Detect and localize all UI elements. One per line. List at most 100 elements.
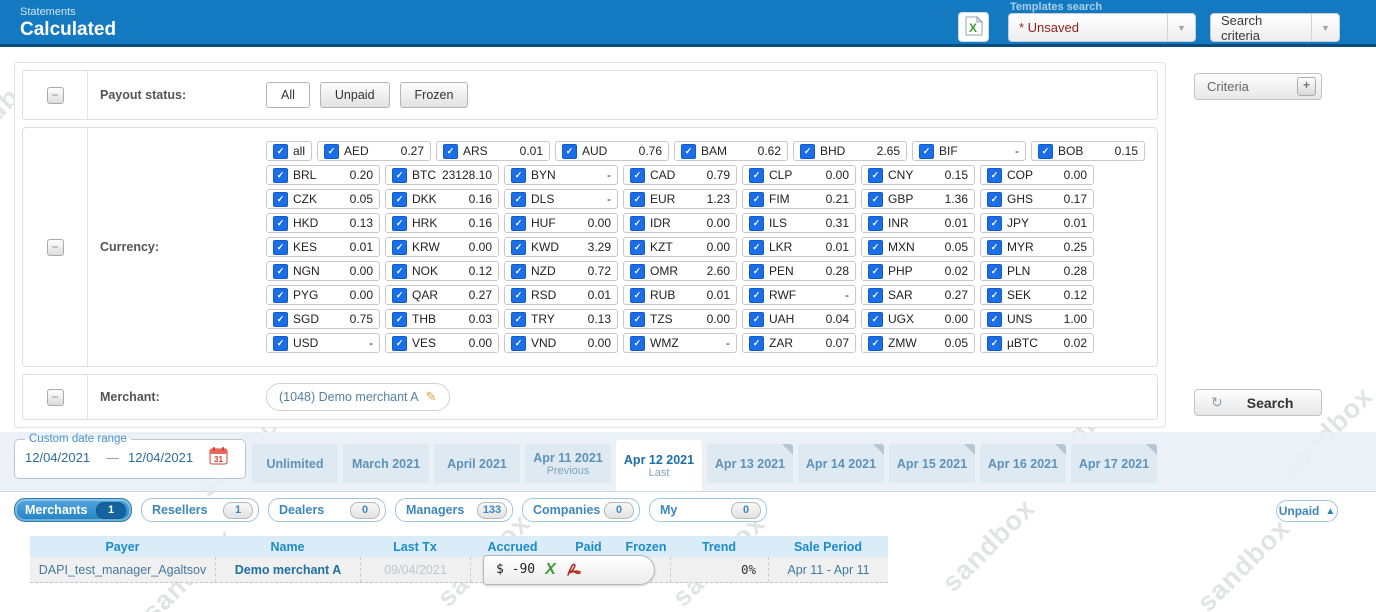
chevron-down-icon[interactable]: ▼ (1311, 14, 1339, 41)
checkbox-checked-icon[interactable]: ✓ (273, 191, 288, 207)
currency-checkbox[interactable]: ✓ FIM 0.21 (742, 189, 856, 209)
currency-checkbox[interactable]: ✓ RSD 0.01 (504, 285, 618, 305)
currency-checkbox[interactable]: ✓ KWD 3.29 (504, 237, 618, 257)
checkbox-checked-icon[interactable]: ✓ (868, 335, 883, 351)
period-tab[interactable]: Apr 16 2021 (980, 444, 1066, 483)
currency-checkbox[interactable]: ✓ NOK 0.12 (385, 261, 499, 281)
checkbox-checked-icon[interactable]: ✓ (273, 239, 288, 255)
currency-checkbox[interactable]: ✓ ZMW 0.05 (861, 333, 975, 353)
checkbox-checked-icon[interactable]: ✓ (987, 167, 1002, 183)
currency-checkbox[interactable]: ✓ OMR 2.60 (623, 261, 737, 281)
currency-checkbox[interactable]: ✓ UAH 0.04 (742, 309, 856, 329)
edit-pencil-icon[interactable]: ✎ (426, 389, 437, 405)
currency-checkbox[interactable]: ✓ EUR 1.23 (623, 189, 737, 209)
table-column-header[interactable]: Accrued (470, 540, 555, 554)
currency-checkbox[interactable]: ✓ AED 0.27 (317, 141, 431, 161)
entity-tab[interactable]: Companies 0 (522, 498, 640, 522)
checkbox-checked-icon[interactable]: ✓ (987, 263, 1002, 279)
table-column-header[interactable]: Name (215, 540, 360, 554)
currency-checkbox[interactable]: ✓ CNY 0.15 (861, 165, 975, 185)
checkbox-checked-icon[interactable]: ✓ (273, 335, 288, 351)
period-tab[interactable]: Apr 12 2021 Last (616, 440, 702, 491)
calendar-icon[interactable]: 31 (209, 446, 228, 468)
currency-checkbox[interactable]: ✓ LKR 0.01 (742, 237, 856, 257)
currency-checkbox[interactable]: ✓ KZT 0.00 (623, 237, 737, 257)
currency-checkbox[interactable]: ✓ PYG 0.00 (266, 285, 380, 305)
checkbox-checked-icon[interactable]: ✓ (630, 335, 645, 351)
checkbox-checked-icon[interactable]: ✓ (511, 335, 526, 351)
name-cell[interactable]: Demo merchant A (215, 557, 360, 582)
currency-checkbox[interactable]: ✓ SGD 0.75 (266, 309, 380, 329)
period-tab[interactable]: Apr 17 2021 (1071, 444, 1157, 483)
currency-checkbox[interactable]: ✓ BYN - (504, 165, 618, 185)
checkbox-checked-icon[interactable]: ✓ (511, 287, 526, 303)
checkbox-checked-icon[interactable]: ✓ (392, 191, 407, 207)
checkbox-checked-icon[interactable]: ✓ (562, 143, 577, 159)
add-criteria-icon[interactable]: + (1297, 77, 1316, 96)
collapse-currency-button[interactable]: − (46, 238, 64, 256)
table-column-header[interactable]: Paid (555, 540, 622, 554)
checkbox-checked-icon[interactable]: ✓ (630, 311, 645, 327)
checkbox-checked-icon[interactable]: ✓ (987, 287, 1002, 303)
period-tab[interactable]: Apr 14 2021 (798, 444, 884, 483)
checkbox-checked-icon[interactable]: ✓ (273, 311, 288, 327)
checkbox-checked-icon[interactable]: ✓ (511, 191, 526, 207)
currency-checkbox[interactable]: ✓ VND 0.00 (504, 333, 618, 353)
merchant-selector[interactable]: (1048) Demo merchant A ✎ (266, 383, 450, 411)
checkbox-checked-icon[interactable]: ✓ (868, 191, 883, 207)
checkbox-checked-icon[interactable]: ✓ (868, 287, 883, 303)
checkbox-checked-icon[interactable]: ✓ (511, 311, 526, 327)
currency-checkbox[interactable]: ✓ COP 0.00 (980, 165, 1094, 185)
checkbox-checked-icon[interactable]: ✓ (749, 239, 764, 255)
currency-checkbox[interactable]: ✓ THB 0.03 (385, 309, 499, 329)
currency-checkbox[interactable]: ✓ UGX 0.00 (861, 309, 975, 329)
currency-checkbox[interactable]: ✓ PEN 0.28 (742, 261, 856, 281)
checkbox-checked-icon[interactable]: ✓ (630, 215, 645, 231)
checkbox-checked-icon[interactable]: ✓ (987, 215, 1002, 231)
checkbox-checked-icon[interactable]: ✓ (868, 215, 883, 231)
checkbox-checked-icon[interactable]: ✓ (273, 143, 288, 159)
entity-tab[interactable]: Managers 133 (395, 498, 513, 522)
checkbox-checked-icon[interactable]: ✓ (392, 263, 407, 279)
table-column-header[interactable]: Payer (30, 540, 215, 554)
search-criteria-dropdown[interactable]: Search criteria ▼ (1210, 13, 1340, 43)
currency-checkbox[interactable]: ✓ AUD 0.76 (555, 141, 669, 161)
checkbox-checked-icon[interactable]: ✓ (987, 191, 1002, 207)
currency-checkbox[interactable]: ✓ MXN 0.05 (861, 237, 975, 257)
search-button[interactable]: ↻ Search (1194, 389, 1322, 416)
currency-checkbox[interactable]: ✓ BAM 0.62 (674, 141, 788, 161)
currency-checkbox[interactable]: ✓ CAD 0.79 (623, 165, 737, 185)
currency-checkbox[interactable]: ✓ BRL 0.20 (266, 165, 380, 185)
table-column-header[interactable]: Frozen (622, 540, 670, 554)
checkbox-checked-icon[interactable]: ✓ (1038, 143, 1053, 159)
currency-checkbox[interactable]: ✓ ARS 0.01 (436, 141, 550, 161)
currency-checkbox[interactable]: ✓ CZK 0.05 (266, 189, 380, 209)
unpaid-sort-button[interactable]: Unpaid ▲ (1276, 500, 1338, 522)
currency-checkbox[interactable]: ✓ QAR 0.27 (385, 285, 499, 305)
currency-checkbox[interactable]: ✓ CLP 0.00 (742, 165, 856, 185)
checkbox-checked-icon[interactable]: ✓ (987, 335, 1002, 351)
checkbox-checked-icon[interactable]: ✓ (324, 143, 339, 159)
collapse-merchant-button[interactable]: − (46, 388, 64, 406)
period-tab[interactable]: Unlimited (252, 444, 338, 483)
currency-checkbox[interactable]: ✓ NZD 0.72 (504, 261, 618, 281)
currency-checkbox[interactable]: ✓ HRK 0.16 (385, 213, 499, 233)
checkbox-checked-icon[interactable]: ✓ (800, 143, 815, 159)
payer-cell[interactable]: DAPI_test_manager_Agaltsov (30, 557, 215, 582)
entity-tab[interactable]: My 0 (649, 498, 767, 522)
checkbox-checked-icon[interactable]: ✓ (919, 143, 934, 159)
currency-checkbox[interactable]: ✓ BTC 23128.10 (385, 165, 499, 185)
entity-tab[interactable]: Dealers 0 (268, 498, 386, 522)
currency-checkbox[interactable]: ✓ ZAR 0.07 (742, 333, 856, 353)
currency-checkbox[interactable]: ✓ SAR 0.27 (861, 285, 975, 305)
date-from-input[interactable] (23, 448, 99, 466)
currency-checkbox[interactable]: ✓ NGN 0.00 (266, 261, 380, 281)
checkbox-checked-icon[interactable]: ✓ (392, 215, 407, 231)
checkbox-checked-icon[interactable]: ✓ (868, 167, 883, 183)
criteria-button[interactable]: Criteria + (1194, 73, 1322, 100)
checkbox-checked-icon[interactable]: ✓ (392, 239, 407, 255)
checkbox-checked-icon[interactable]: ✓ (443, 143, 458, 159)
pdf-download-icon[interactable] (566, 562, 582, 578)
checkbox-checked-icon[interactable]: ✓ (749, 335, 764, 351)
checkbox-checked-icon[interactable]: ✓ (749, 215, 764, 231)
